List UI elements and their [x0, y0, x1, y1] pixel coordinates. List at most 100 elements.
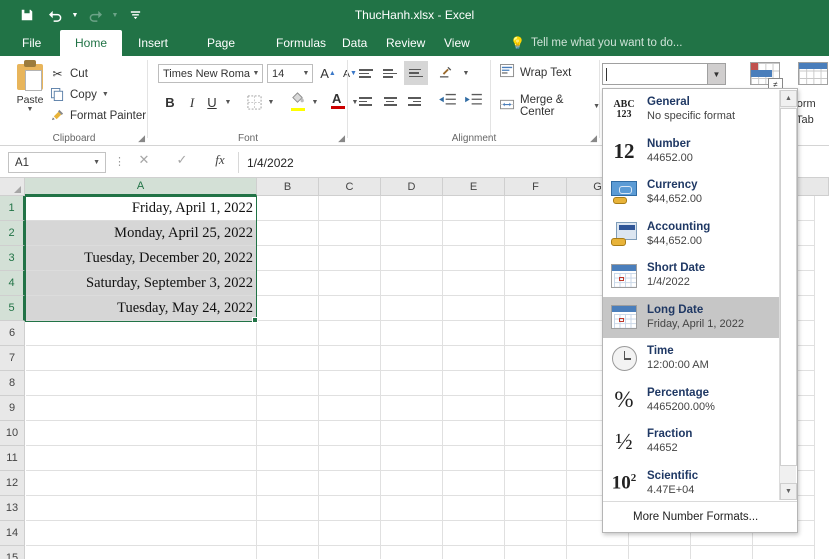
- cell-c2[interactable]: [319, 221, 381, 246]
- cell-d10[interactable]: [381, 421, 443, 446]
- cell-b6[interactable]: [257, 321, 319, 346]
- merge-center-button[interactable]: Merge & Center ▼: [500, 94, 600, 118]
- row-header-10[interactable]: 10: [0, 421, 25, 446]
- cell-f4[interactable]: [505, 271, 567, 296]
- tab-page-layout[interactable]: Page Layout: [180, 30, 262, 76]
- dropdown-item-percentage[interactable]: % Percentage 4465200.00%: [603, 380, 779, 422]
- cell-f12[interactable]: [505, 471, 567, 496]
- row-header-6[interactable]: 6: [0, 321, 25, 346]
- cell-f6[interactable]: [505, 321, 567, 346]
- orientation-dropdown-icon[interactable]: ▼: [460, 64, 472, 83]
- cut-button[interactable]: ✂ Cut: [50, 64, 87, 83]
- cell-e2[interactable]: [443, 221, 505, 246]
- column-header-b[interactable]: B: [257, 178, 319, 196]
- align-center-button[interactable]: [380, 92, 400, 111]
- cell-f5[interactable]: [505, 296, 567, 321]
- tell-me-box[interactable]: 💡 Tell me what you want to do...: [510, 30, 682, 56]
- cell-c1[interactable]: [319, 196, 381, 221]
- italic-button[interactable]: I: [184, 93, 200, 112]
- row-header-8[interactable]: 8: [0, 371, 25, 396]
- cell-c10[interactable]: [319, 421, 381, 446]
- font-size-input[interactable]: 14 ▼: [267, 64, 313, 83]
- borders-dropdown-icon[interactable]: ▼: [265, 93, 277, 112]
- scroll-up-icon[interactable]: ▲: [780, 90, 797, 107]
- fill-color-dropdown-icon[interactable]: ▼: [309, 93, 321, 112]
- cell-b2[interactable]: [257, 221, 319, 246]
- cell-a12[interactable]: [26, 471, 257, 496]
- cell-b15[interactable]: [257, 546, 319, 559]
- cell-d7[interactable]: [381, 346, 443, 371]
- cell-c6[interactable]: [319, 321, 381, 346]
- cell-f7[interactable]: [505, 346, 567, 371]
- cell-b12[interactable]: [257, 471, 319, 496]
- increase-font-size-button[interactable]: A ▲: [318, 64, 338, 83]
- paste-button[interactable]: Paste ▼: [8, 60, 52, 126]
- decrease-indent-button[interactable]: [436, 92, 458, 111]
- cell-f15[interactable]: [505, 546, 567, 559]
- tab-formulas[interactable]: Formulas: [266, 30, 328, 56]
- row-header-14[interactable]: 14: [0, 521, 25, 546]
- cell-e7[interactable]: [443, 346, 505, 371]
- cell-d1[interactable]: [381, 196, 443, 221]
- enter-icon[interactable]: ✓: [174, 152, 190, 168]
- dropdown-item-accounting[interactable]: Accounting $44,652.00: [603, 214, 779, 256]
- cell-b13[interactable]: [257, 496, 319, 521]
- align-top-button[interactable]: [356, 64, 376, 83]
- cell-f13[interactable]: [505, 496, 567, 521]
- cell-a6[interactable]: [26, 321, 257, 346]
- cell-a10[interactable]: [26, 421, 257, 446]
- cell-d9[interactable]: [381, 396, 443, 421]
- cell-c9[interactable]: [319, 396, 381, 421]
- cell-j15[interactable]: [753, 546, 815, 559]
- row-header-13[interactable]: 13: [0, 496, 25, 521]
- row-header-12[interactable]: 12: [0, 471, 25, 496]
- cell-a14[interactable]: [26, 521, 257, 546]
- cell-d11[interactable]: [381, 446, 443, 471]
- cell-e15[interactable]: [443, 546, 505, 559]
- tab-file[interactable]: File: [12, 30, 50, 56]
- dropdown-item-fraction[interactable]: ½ Fraction 44652: [603, 421, 779, 463]
- paste-dropdown-icon[interactable]: ▼: [27, 106, 34, 113]
- cell-c3[interactable]: [319, 246, 381, 271]
- align-middle-button[interactable]: [380, 64, 400, 83]
- cell-f11[interactable]: [505, 446, 567, 471]
- increase-indent-button[interactable]: [462, 92, 484, 111]
- underline-button[interactable]: U: [204, 93, 220, 112]
- cell-b5[interactable]: [257, 296, 319, 321]
- cell-e10[interactable]: [443, 421, 505, 446]
- cell-a5[interactable]: Tuesday, May 24, 2022: [26, 296, 256, 321]
- cell-f9[interactable]: [505, 396, 567, 421]
- cell-b7[interactable]: [257, 346, 319, 371]
- cell-c12[interactable]: [319, 471, 381, 496]
- cell-b4[interactable]: [257, 271, 319, 296]
- cell-e6[interactable]: [443, 321, 505, 346]
- cell-e8[interactable]: [443, 371, 505, 396]
- cell-b8[interactable]: [257, 371, 319, 396]
- number-format-value[interactable]: [606, 67, 707, 81]
- tab-view[interactable]: View: [434, 30, 474, 56]
- row-header-15[interactable]: 15: [0, 546, 25, 559]
- cell-c7[interactable]: [319, 346, 381, 371]
- font-dialog-launcher[interactable]: ◢: [338, 133, 345, 144]
- cell-c4[interactable]: [319, 271, 381, 296]
- cell-a8[interactable]: [26, 371, 257, 396]
- name-box[interactable]: A1 ▼: [8, 152, 106, 173]
- tab-insert[interactable]: Insert: [128, 30, 176, 56]
- dropdown-scrollbar[interactable]: ▲ ▼: [779, 90, 797, 500]
- cell-g15[interactable]: [567, 546, 629, 559]
- cell-d14[interactable]: [381, 521, 443, 546]
- wrap-text-button[interactable]: Wrap Text: [500, 64, 571, 81]
- cell-a11[interactable]: [26, 446, 257, 471]
- row-header-9[interactable]: 9: [0, 396, 25, 421]
- fill-handle[interactable]: [252, 317, 258, 323]
- scrollbar-thumb[interactable]: [780, 108, 797, 466]
- alignment-dialog-launcher[interactable]: ◢: [590, 133, 597, 144]
- orientation-button[interactable]: [436, 64, 458, 83]
- cell-e5[interactable]: [443, 296, 505, 321]
- clipboard-dialog-launcher[interactable]: ◢: [138, 133, 145, 144]
- font-name-input[interactable]: Times New Roma ▼: [158, 64, 263, 83]
- cell-h15[interactable]: [629, 546, 691, 559]
- cell-f1[interactable]: [505, 196, 567, 221]
- cell-a7[interactable]: [26, 346, 257, 371]
- row-header-3[interactable]: 3: [0, 246, 25, 271]
